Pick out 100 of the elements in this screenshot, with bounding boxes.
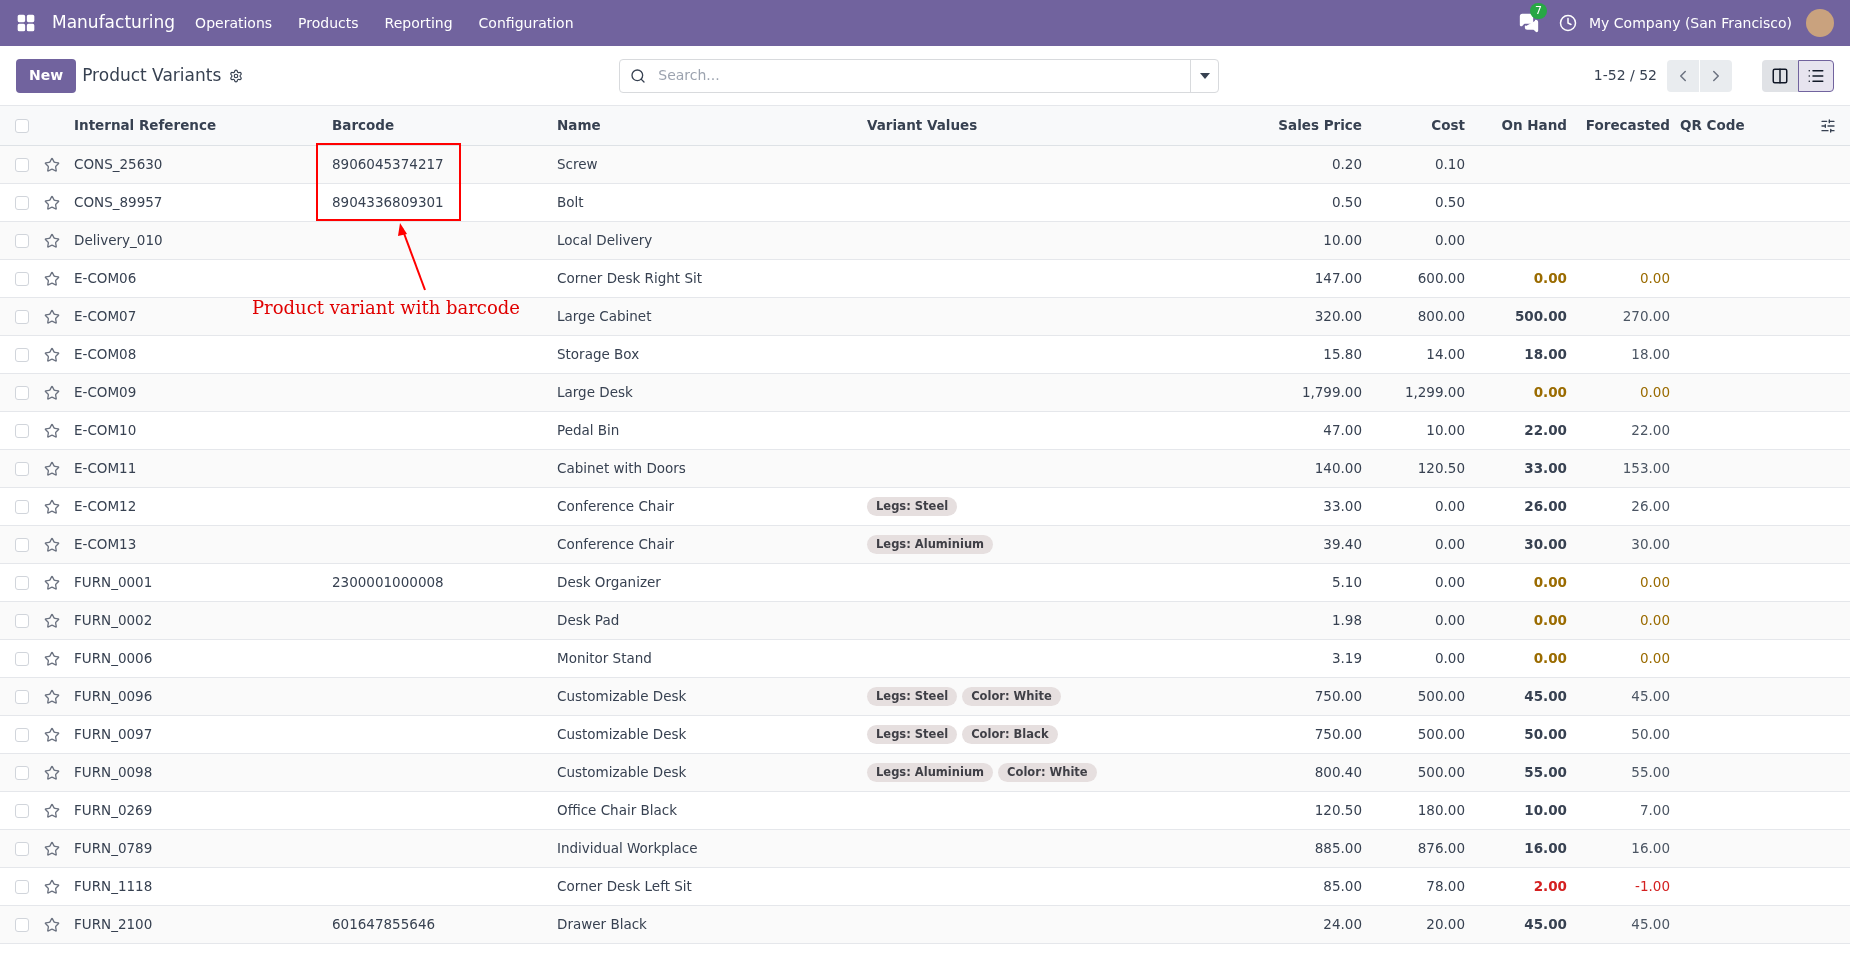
table-cell-text: 270.00 <box>1621 307 1670 327</box>
table-cell-text: Conference Chair <box>557 535 675 555</box>
table-cell-text: FURN_0001 <box>74 573 153 593</box>
row-checkbox[interactable] <box>15 689 29 704</box>
star-icon[interactable] <box>44 612 60 629</box>
star-icon[interactable] <box>44 194 60 211</box>
column-header[interactable]: Sales Price <box>1262 115 1362 136</box>
column-header[interactable]: QR Code <box>1670 115 1820 136</box>
table-cell-text: 24.00 <box>1322 915 1362 935</box>
menu-item[interactable]: Products <box>292 12 365 34</box>
row-checkbox[interactable] <box>15 347 29 362</box>
column-header[interactable]: Barcode <box>332 115 557 136</box>
star-icon[interactable] <box>44 270 60 287</box>
row-checkbox[interactable] <box>15 271 29 286</box>
star-icon[interactable] <box>44 346 60 363</box>
column-header[interactable]: Forecasted <box>1567 115 1670 136</box>
table-cell-text: 50.00 <box>1523 725 1567 745</box>
row-checkbox[interactable] <box>15 157 29 172</box>
table-cell-text: 55.00 <box>1523 763 1567 783</box>
star-icon[interactable] <box>44 422 60 439</box>
row-checkbox[interactable] <box>15 613 29 628</box>
star-icon[interactable] <box>44 764 60 781</box>
company-name[interactable]: My Company (San Francisco) <box>1589 12 1792 34</box>
star-icon[interactable] <box>44 308 60 325</box>
star-icon[interactable] <box>44 726 60 743</box>
table-cell-text: 500.00 <box>1416 687 1465 707</box>
star-icon[interactable] <box>44 574 60 591</box>
column-settings-icon[interactable] <box>1820 117 1836 134</box>
column-header[interactable]: Variant Values <box>867 115 1262 136</box>
row-checkbox[interactable] <box>15 727 29 742</box>
table-cell-text: 10.00 <box>1425 421 1465 441</box>
table-cell-text: Storage Box <box>557 345 641 365</box>
row-checkbox[interactable] <box>15 195 29 210</box>
app-name[interactable]: Manufacturing <box>52 10 176 36</box>
star-icon[interactable] <box>44 498 60 515</box>
row-checkbox[interactable] <box>15 917 29 932</box>
star-icon[interactable] <box>44 688 60 705</box>
app-grid-icon[interactable] <box>16 13 36 33</box>
column-header[interactable]: On Hand <box>1465 115 1567 136</box>
row-checkbox[interactable] <box>15 651 29 666</box>
select-all-checkbox[interactable] <box>15 118 29 133</box>
row-checkbox[interactable] <box>15 803 29 818</box>
new-button[interactable]: New <box>16 58 77 93</box>
row-checkbox[interactable] <box>15 309 29 324</box>
search-input[interactable]: Search... <box>658 65 1191 86</box>
star-icon[interactable] <box>44 840 60 857</box>
column-header[interactable]: Cost <box>1362 115 1465 136</box>
star-icon[interactable] <box>44 460 60 477</box>
star-icon[interactable] <box>44 802 60 819</box>
search-field[interactable]: Search... <box>619 58 1220 93</box>
row-checkbox[interactable] <box>15 575 29 590</box>
star-icon[interactable] <box>44 536 60 553</box>
message-count-badge: 7 <box>1530 3 1548 19</box>
table-cell-text: E-COM11 <box>74 459 137 479</box>
row-checkbox[interactable] <box>15 385 29 400</box>
table-cell-text: 26.00 <box>1523 497 1567 517</box>
row-checkbox[interactable] <box>15 233 29 248</box>
star-icon[interactable] <box>44 916 60 933</box>
table-cell-text: 0.00 <box>1638 573 1670 593</box>
row-checkbox[interactable] <box>15 423 29 438</box>
star-icon[interactable] <box>44 232 60 249</box>
table-cell-text: 47.00 <box>1322 421 1362 441</box>
table-cell-text: 10.00 <box>1322 231 1362 251</box>
row-checkbox[interactable] <box>15 499 29 514</box>
table-cell-text: 0.00 <box>1532 573 1567 593</box>
menu-item[interactable]: Operations <box>189 12 279 34</box>
row-checkbox[interactable] <box>15 461 29 476</box>
table-cell-text: 1.98 <box>1330 611 1362 631</box>
table-cell-text: 30.00 <box>1523 535 1567 555</box>
table-cell-text: 320.00 <box>1313 307 1362 327</box>
variant-tag: Legs: Aluminium <box>867 763 994 782</box>
table-cell-text: 39.40 <box>1322 535 1362 555</box>
row-checkbox[interactable] <box>15 879 29 894</box>
table-cell-text: FURN_2100 <box>74 915 153 935</box>
row-checkbox[interactable] <box>15 537 29 552</box>
column-header[interactable]: Name <box>557 115 867 136</box>
table-cell-text: 1,799.00 <box>1300 383 1362 403</box>
star-icon[interactable] <box>44 156 60 173</box>
menu-item[interactable]: Configuration <box>472 12 580 34</box>
kanban-view-button[interactable] <box>1762 59 1798 92</box>
clock-icon[interactable] <box>1559 14 1578 32</box>
table-cell-text: 2300001000008 <box>332 573 445 593</box>
star-icon[interactable] <box>44 878 60 895</box>
table-cell-text: 45.00 <box>1630 915 1670 935</box>
list-view-button[interactable] <box>1798 59 1834 92</box>
table-cell-text: 750.00 <box>1313 687 1362 707</box>
column-header[interactable]: Internal Reference <box>74 115 332 136</box>
table-cell-text: 20.00 <box>1425 915 1465 935</box>
table-cell-text: FURN_0096 <box>74 687 153 707</box>
row-checkbox[interactable] <box>15 841 29 856</box>
menu-item[interactable]: Reporting <box>378 12 459 34</box>
star-icon[interactable] <box>44 384 60 401</box>
gear-icon[interactable] <box>229 68 244 83</box>
table-cell-text: 0.20 <box>1330 155 1362 175</box>
star-icon[interactable] <box>44 650 60 667</box>
row-checkbox[interactable] <box>15 765 29 780</box>
table-cell-text: 0.00 <box>1532 383 1567 403</box>
table-cell-text: 800.40 <box>1313 763 1362 783</box>
table-cell-text: 1,299.00 <box>1403 383 1465 403</box>
chat-icon[interactable] <box>1519 13 1540 33</box>
